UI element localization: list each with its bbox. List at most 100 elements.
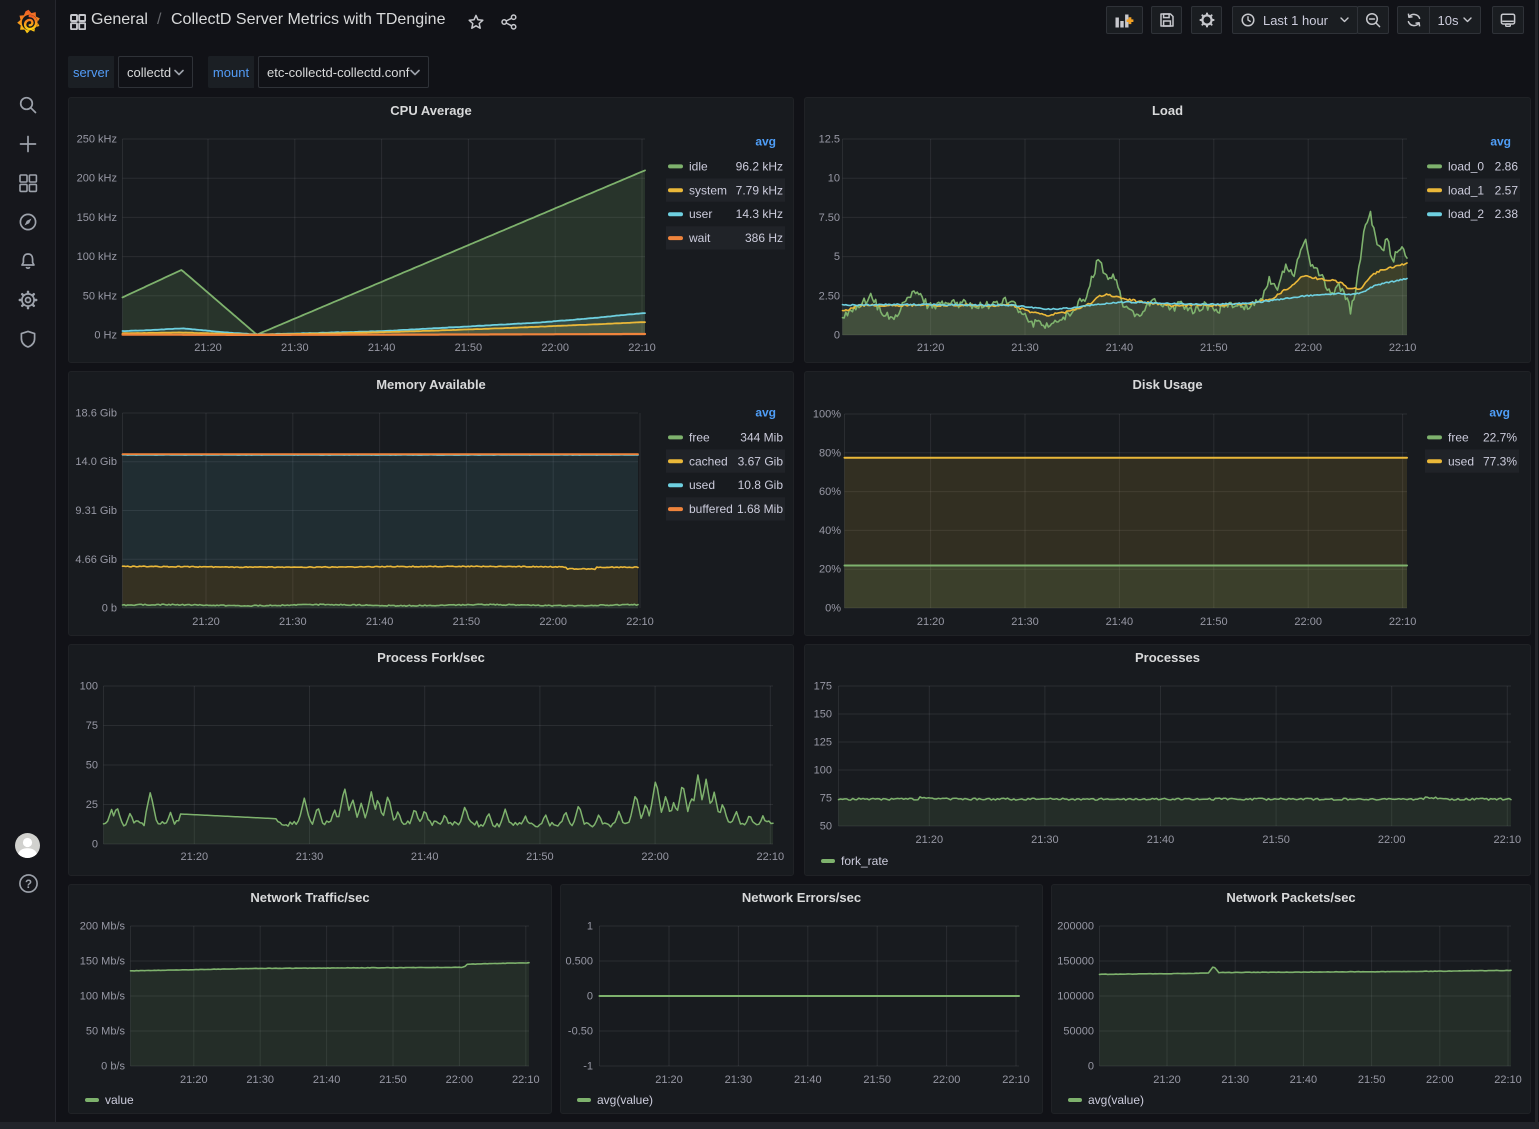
svg-text:21:50: 21:50 xyxy=(379,1074,407,1086)
svg-text:22:10: 22:10 xyxy=(628,342,656,354)
svg-text:load_2: load_2 xyxy=(1448,207,1484,221)
svg-text:21:20: 21:20 xyxy=(1153,1074,1181,1086)
svg-text:50000: 50000 xyxy=(1063,1026,1094,1038)
svg-text:150 kHz: 150 kHz xyxy=(77,212,117,224)
svg-text:22:10: 22:10 xyxy=(1002,1074,1030,1086)
svg-text:22:00: 22:00 xyxy=(446,1074,474,1086)
svg-text:200 Mb/s: 200 Mb/s xyxy=(80,921,126,933)
svg-text:75: 75 xyxy=(820,793,832,805)
svg-text:free: free xyxy=(1448,430,1469,444)
svg-text:18.6 Gib: 18.6 Gib xyxy=(75,408,117,420)
svg-text:22:00: 22:00 xyxy=(539,616,567,628)
svg-text:21:40: 21:40 xyxy=(411,851,439,863)
svg-text:21:20: 21:20 xyxy=(192,616,220,628)
svg-text:22:00: 22:00 xyxy=(1294,342,1322,354)
svg-text:22:00: 22:00 xyxy=(1426,1074,1454,1086)
svg-text:0 b: 0 b xyxy=(102,603,117,615)
svg-text:22:10: 22:10 xyxy=(512,1074,540,1086)
svg-text:25: 25 xyxy=(86,799,98,811)
svg-text:22:10: 22:10 xyxy=(757,851,785,863)
svg-text:96.2 kHz: 96.2 kHz xyxy=(736,159,783,173)
svg-text:21:40: 21:40 xyxy=(366,616,394,628)
svg-text:21:40: 21:40 xyxy=(313,1074,341,1086)
svg-text:77.3%: 77.3% xyxy=(1483,454,1517,468)
svg-text:80%: 80% xyxy=(819,447,841,459)
svg-text:22:10: 22:10 xyxy=(626,616,654,628)
svg-text:22:00: 22:00 xyxy=(541,342,569,354)
svg-text:avg: avg xyxy=(1490,135,1511,149)
svg-text:21:20: 21:20 xyxy=(917,616,945,628)
svg-text:100: 100 xyxy=(80,681,98,693)
svg-text:21:20: 21:20 xyxy=(180,1074,208,1086)
svg-text:system: system xyxy=(689,183,727,197)
svg-text:21:40: 21:40 xyxy=(1106,342,1134,354)
svg-text:150 Mb/s: 150 Mb/s xyxy=(80,956,126,968)
svg-text:4.66 Gib: 4.66 Gib xyxy=(75,554,117,566)
svg-text:75: 75 xyxy=(86,720,98,732)
svg-text:avg: avg xyxy=(755,406,776,420)
svg-text:21:50: 21:50 xyxy=(1200,342,1228,354)
svg-text:used: used xyxy=(689,478,715,492)
svg-text:21:20: 21:20 xyxy=(655,1074,683,1086)
svg-text:0: 0 xyxy=(92,839,98,851)
svg-text:21:30: 21:30 xyxy=(1011,616,1039,628)
svg-text:22:00: 22:00 xyxy=(1378,834,1406,846)
svg-text:user: user xyxy=(689,207,712,221)
svg-text:avg: avg xyxy=(755,135,776,149)
svg-text:-1: -1 xyxy=(583,1061,593,1073)
svg-text:value: value xyxy=(105,1093,134,1107)
svg-text:100000: 100000 xyxy=(1057,991,1094,1003)
svg-text:21:40: 21:40 xyxy=(1106,616,1134,628)
svg-text:100 kHz: 100 kHz xyxy=(77,251,117,263)
svg-text:2.50: 2.50 xyxy=(819,290,840,302)
svg-text:21:20: 21:20 xyxy=(917,342,945,354)
svg-text:used: used xyxy=(1448,454,1474,468)
svg-text:9.31 Gib: 9.31 Gib xyxy=(75,505,117,517)
svg-text:20%: 20% xyxy=(819,564,841,576)
svg-text:150: 150 xyxy=(814,709,832,721)
svg-text:200000: 200000 xyxy=(1057,921,1094,933)
svg-text:60%: 60% xyxy=(819,486,841,498)
svg-text:7.79 kHz: 7.79 kHz xyxy=(736,183,783,197)
svg-text:1: 1 xyxy=(587,921,593,933)
svg-text:21:40: 21:40 xyxy=(1147,834,1175,846)
svg-text:21:50: 21:50 xyxy=(455,342,483,354)
svg-text:10.8 Gib: 10.8 Gib xyxy=(738,478,784,492)
svg-text:load_1: load_1 xyxy=(1448,183,1484,197)
svg-text:10: 10 xyxy=(828,173,840,185)
svg-text:40%: 40% xyxy=(819,525,841,537)
svg-text:cached: cached xyxy=(689,454,728,468)
svg-text:150000: 150000 xyxy=(1057,956,1094,968)
svg-text:50 Mb/s: 50 Mb/s xyxy=(86,1026,126,1038)
svg-text:22:10: 22:10 xyxy=(1494,1074,1522,1086)
svg-text:idle: idle xyxy=(689,159,708,173)
svg-text:14.0 Gib: 14.0 Gib xyxy=(75,456,117,468)
svg-text:5: 5 xyxy=(834,251,840,263)
svg-text:21:30: 21:30 xyxy=(725,1074,753,1086)
svg-text:0 b/s: 0 b/s xyxy=(101,1061,125,1073)
svg-text:21:50: 21:50 xyxy=(1262,834,1290,846)
svg-text:0: 0 xyxy=(834,330,840,342)
svg-text:200 kHz: 200 kHz xyxy=(77,173,117,185)
svg-text:50: 50 xyxy=(820,821,832,833)
svg-text:22.7%: 22.7% xyxy=(1483,430,1517,444)
svg-text:avg: avg xyxy=(1489,406,1510,420)
svg-text:0: 0 xyxy=(587,991,593,1003)
svg-text:21:40: 21:40 xyxy=(368,342,396,354)
svg-text:344 Mib: 344 Mib xyxy=(740,430,783,444)
svg-text:21:30: 21:30 xyxy=(1221,1074,1249,1086)
svg-text:avg(value): avg(value) xyxy=(1088,1093,1144,1107)
svg-text:21:40: 21:40 xyxy=(794,1074,822,1086)
svg-text:21:50: 21:50 xyxy=(1358,1074,1386,1086)
svg-text:100 Mb/s: 100 Mb/s xyxy=(80,991,126,1003)
svg-text:0.500: 0.500 xyxy=(565,956,593,968)
svg-text:50: 50 xyxy=(86,760,98,772)
svg-text:21:20: 21:20 xyxy=(194,342,222,354)
svg-text:2.38: 2.38 xyxy=(1495,207,1519,221)
svg-text:21:50: 21:50 xyxy=(453,616,481,628)
svg-text:load_0: load_0 xyxy=(1448,159,1484,173)
svg-text:wait: wait xyxy=(688,231,711,245)
svg-text:22:10: 22:10 xyxy=(1389,616,1417,628)
svg-text:21:20: 21:20 xyxy=(916,834,944,846)
svg-text:22:00: 22:00 xyxy=(933,1074,961,1086)
